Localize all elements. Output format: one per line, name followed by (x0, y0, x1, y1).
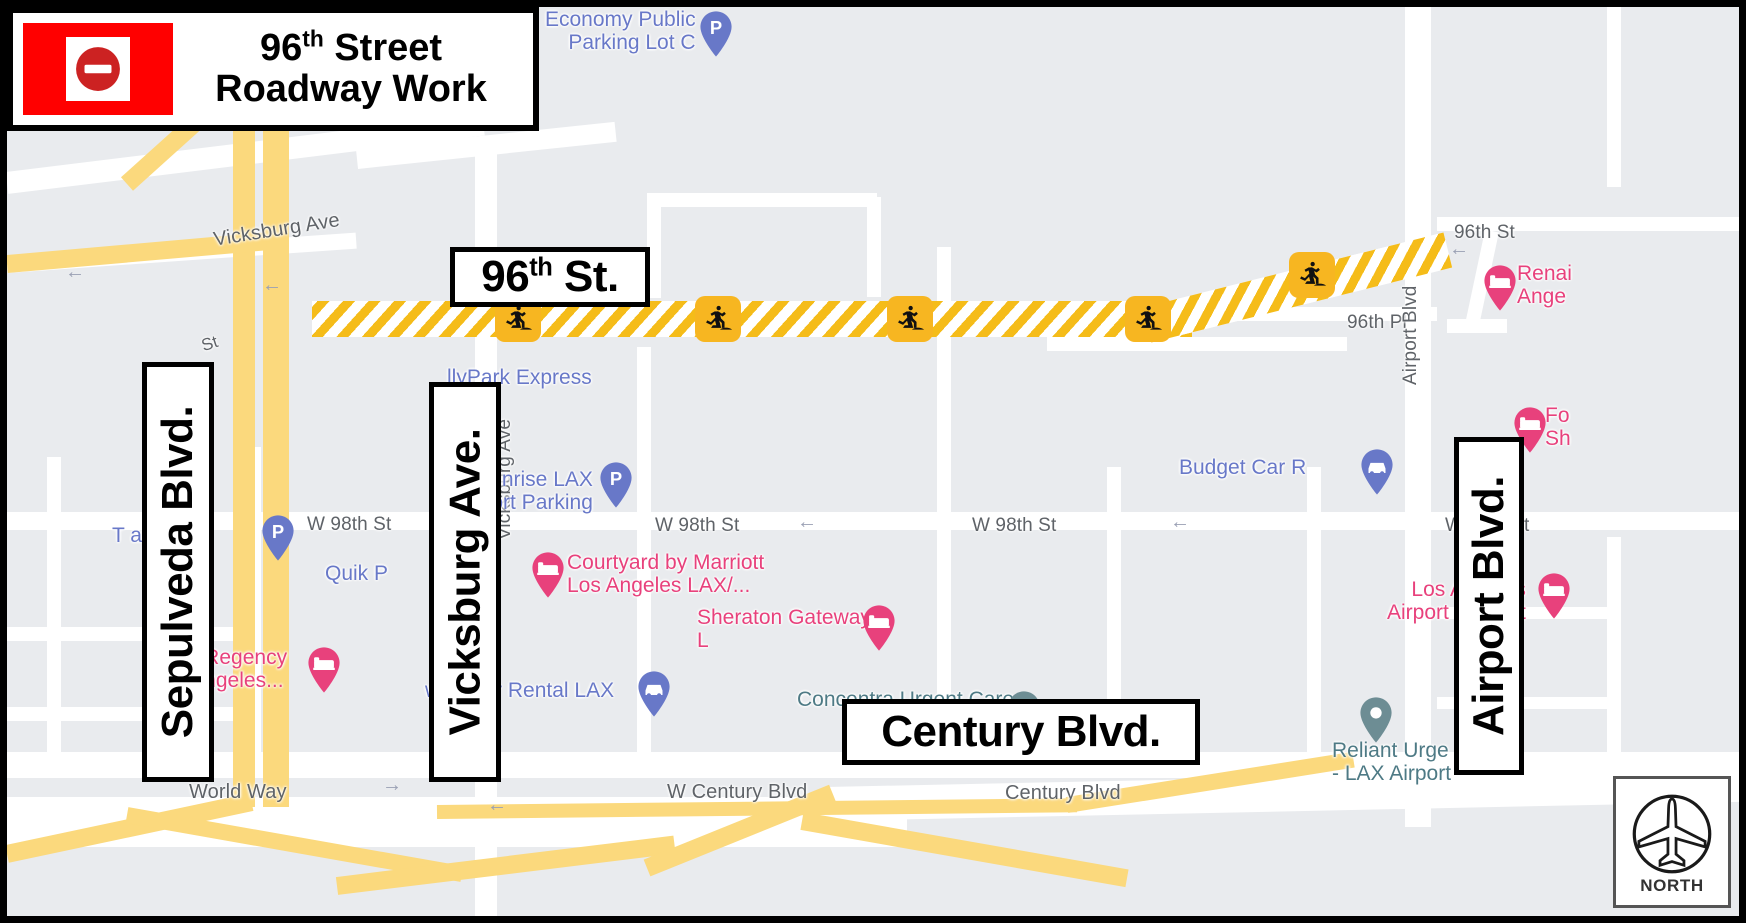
parking-pin[interactable]: P (599, 462, 633, 508)
title-line-1: 96th Street (175, 25, 527, 69)
poi-label-line: Economy Public (545, 8, 696, 31)
street-label: Century Blvd (1005, 782, 1121, 804)
construction-worker-icon (1289, 252, 1335, 298)
direction-arrow: ← (262, 274, 282, 296)
direction-arrow: ← (487, 794, 507, 816)
title-line-2: Roadway Work (215, 68, 487, 110)
street-label: 96th St (1454, 222, 1515, 243)
road-loop-top (647, 193, 877, 207)
road-ramp2 (1447, 319, 1507, 333)
callout-century-blvd: Century Blvd. (842, 699, 1200, 765)
street-label: W 98th St (655, 515, 740, 536)
callout-century-blvd-text: Century Blvd. (881, 707, 1161, 756)
poi-label: Sheraton Gateway L (697, 606, 871, 652)
no-entry-icon (66, 37, 130, 101)
poi-label-line: - LAX Airport (1332, 761, 1452, 785)
callout-sepulveda-blvd-text: Sepulveda Blvd. (153, 405, 203, 739)
car-pin[interactable] (1360, 449, 1394, 495)
road-vertical (1607, 7, 1621, 187)
poi-label-line: Parking Lot C (568, 30, 696, 54)
street-label: 96th Pl (1347, 312, 1407, 333)
poi-label-line: Sh (1545, 426, 1571, 450)
work-zone-band-main (312, 301, 1192, 337)
construction-worker-icon (1125, 296, 1171, 342)
title-line1-sup: th (302, 25, 324, 52)
parking-pin[interactable]: P (261, 515, 295, 561)
poi-label-line: Reliant Urge (1332, 739, 1449, 762)
direction-arrow: → (382, 774, 402, 796)
title-text: 96th Street Roadway Work (173, 25, 533, 110)
poi-label: Renai Ange (1517, 262, 1572, 308)
callout-96th-st: 96th St. (450, 247, 650, 307)
poi-label: Budget Car R (1179, 456, 1307, 480)
street-label: World Way (189, 781, 287, 803)
poi-label-line: L (697, 628, 709, 652)
road-loop (867, 197, 881, 297)
callout-vicksburg-ave: Vicksburg Ave. (429, 382, 501, 782)
construction-worker-icon (887, 296, 933, 342)
poi-label: Fo Sh (1545, 404, 1571, 450)
compass-north-label: NORTH (1640, 876, 1704, 895)
poi-label: Courtyard by Marriott Los Angeles LAX/... (567, 551, 765, 597)
roadway-work-map: ← ← ← ← → ← ← BlvdVicksburg AveStVicksbu… (0, 0, 1746, 923)
callout-96th-st-text: 96th St. (481, 252, 619, 301)
street-label: W 98th St (972, 515, 1057, 536)
street-label: Airport Blvd (1400, 285, 1421, 385)
poi-label: Reliant Urge - LAX Airport (1332, 739, 1452, 785)
poi-label-line: Renai (1517, 262, 1572, 285)
svg-text:P: P (610, 468, 622, 489)
callout-airport-blvd: Airport Blvd. (1454, 437, 1524, 775)
teal-pin[interactable] (1359, 697, 1393, 743)
callout-airport-blvd-text: Airport Blvd. (1464, 476, 1514, 736)
street-label: Blvd (1405, 0, 1427, 7)
poi-label-line: Fo (1545, 404, 1570, 427)
road-airport-blvd (1405, 7, 1431, 827)
poi-label-line: Ange (1517, 284, 1567, 308)
poi-label-line: Courtyard by Marriott (567, 551, 765, 574)
poi-label-line: Budget Car R (1179, 456, 1307, 479)
svg-text:P: P (710, 17, 722, 38)
callout-vicksburg-ave-text: Vicksburg Ave. (440, 428, 489, 736)
street-label: W Century Blvd (667, 781, 808, 803)
direction-arrow: ← (797, 511, 817, 533)
poi-label: Economy Public Parking Lot C (545, 8, 696, 54)
parking-pin[interactable]: P (699, 11, 733, 57)
poi-label-line: Los Angeles LAX/... (567, 573, 751, 597)
title-line1-prefix: 96 (259, 26, 303, 69)
direction-arrow: ← (65, 261, 85, 283)
poi-label-line: Sheraton Gateway (697, 606, 871, 629)
title-banner: 96th Street Roadway Work (7, 7, 539, 131)
svg-text:P: P (272, 521, 284, 542)
poi-label: Quik P (325, 562, 389, 586)
compass-rose: NORTH (1613, 776, 1731, 908)
hotel-pin[interactable] (862, 605, 896, 651)
road-vertical (1607, 537, 1621, 767)
no-entry-sign (23, 23, 173, 115)
hotel-pin[interactable] (1537, 573, 1571, 619)
airplane-north-icon (1632, 794, 1712, 874)
construction-worker-icon (695, 296, 741, 342)
hotel-pin[interactable] (531, 552, 565, 598)
poi-label-line: Quik P (325, 562, 389, 585)
hotel-pin[interactable] (307, 647, 341, 693)
hotel-pin[interactable] (1483, 265, 1517, 311)
road-vertical (1307, 467, 1321, 757)
street-label: W 98th St (307, 514, 392, 535)
road-stub2 (1047, 337, 1347, 351)
road-minor3 (7, 707, 257, 721)
callout-sepulveda-blvd: Sepulveda Blvd. (142, 362, 214, 782)
direction-arrow: ← (1170, 511, 1190, 533)
car-pin[interactable] (637, 671, 671, 717)
title-line1-suffix: Street (323, 26, 443, 69)
